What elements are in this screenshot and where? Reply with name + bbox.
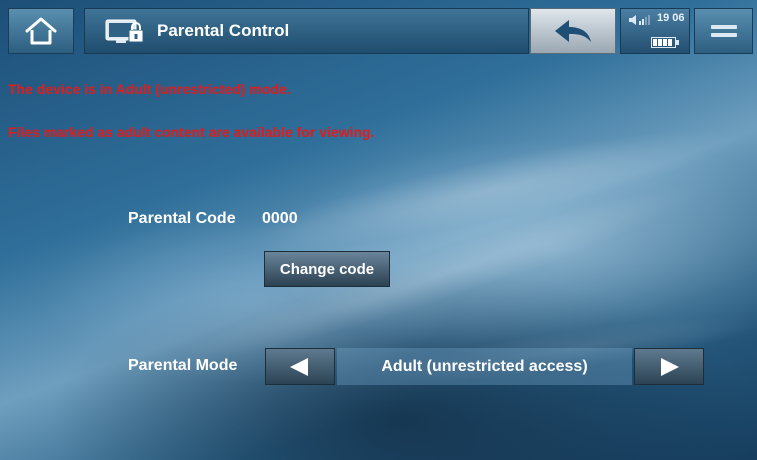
battery-icon xyxy=(651,37,679,48)
parental-mode-value: Adult (unrestricted access) xyxy=(337,348,632,385)
menu-icon-bar xyxy=(710,25,737,29)
title-bar: Parental Control xyxy=(84,8,529,54)
back-button[interactable] xyxy=(530,8,616,54)
page-title: Parental Control xyxy=(157,21,290,40)
menu-icon-bar xyxy=(710,33,737,37)
mode-next-button[interactable] xyxy=(634,348,704,385)
clock: 19 06 xyxy=(657,12,685,24)
top-bar: Parental Control 19 06 xyxy=(8,8,753,54)
menu-button[interactable] xyxy=(694,8,753,54)
volume-icon xyxy=(629,15,650,25)
home-button[interactable] xyxy=(8,8,74,54)
parental-code-label: Parental Code xyxy=(128,210,236,227)
arrow-right-icon xyxy=(661,357,679,376)
parental-mode-value-text: Adult (unrestricted access) xyxy=(381,357,588,375)
screen-background xyxy=(0,0,757,460)
parental-code-value: 0000 xyxy=(262,210,298,227)
availability-warning-text: Files marked as adult content are availa… xyxy=(8,124,375,140)
arrow-left-icon xyxy=(290,357,308,376)
mode-warning-text: The device is in Adult (unrestricted) mo… xyxy=(8,81,291,97)
mode-previous-button[interactable] xyxy=(265,348,335,385)
status-indicator: 19 06 xyxy=(620,8,690,54)
home-icon xyxy=(25,17,57,45)
parental-mode-label: Parental Mode xyxy=(128,357,238,374)
change-code-button[interactable]: Change code xyxy=(264,251,390,287)
back-arrow-icon xyxy=(555,20,591,42)
parental-lock-icon xyxy=(105,19,144,43)
